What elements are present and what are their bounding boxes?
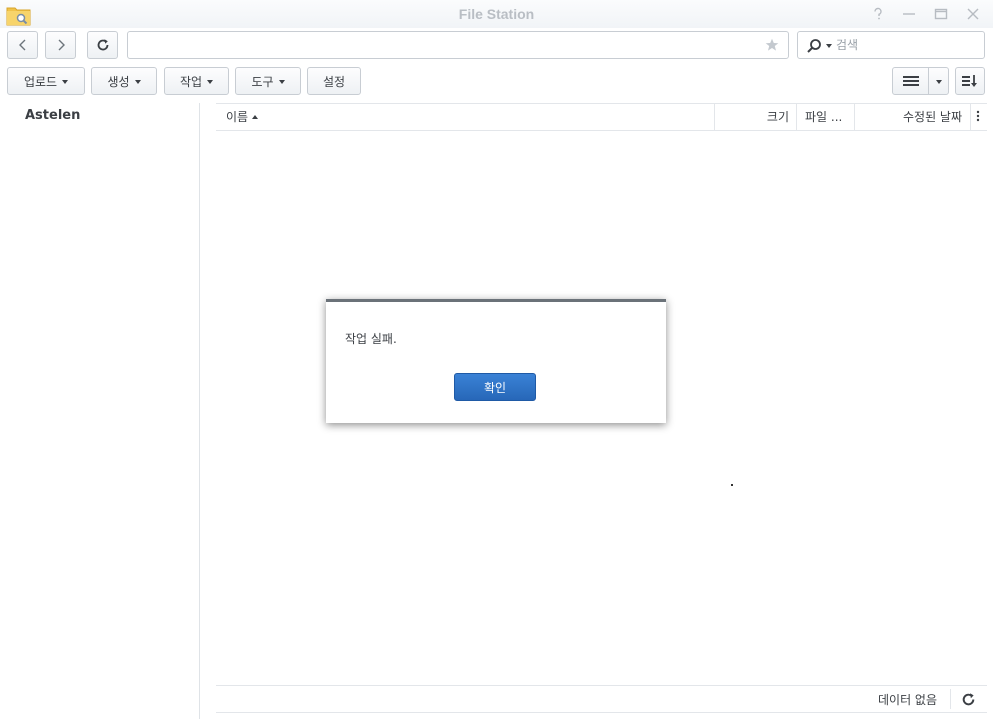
settings-button[interactable]: 설정 bbox=[307, 67, 361, 95]
status-text: 데이터 없음 bbox=[878, 693, 938, 707]
footer-bottom-border bbox=[216, 712, 987, 713]
error-dialog: 작업 실패. 확인 bbox=[326, 299, 666, 423]
column-options-icon[interactable] bbox=[976, 109, 980, 123]
chevron-down-icon bbox=[134, 80, 141, 84]
column-divider[interactable] bbox=[970, 104, 971, 130]
chevron-right-icon bbox=[58, 39, 65, 51]
search-icon[interactable] bbox=[806, 38, 822, 54]
chevron-down-icon bbox=[207, 80, 214, 84]
chevron-down-icon bbox=[62, 80, 69, 84]
window-title: File Station bbox=[458, 6, 535, 22]
column-header-type[interactable]: 파일 ... bbox=[805, 104, 855, 130]
action-menu-button[interactable]: 작업 bbox=[164, 67, 229, 95]
close-icon[interactable] bbox=[966, 7, 980, 21]
column-name-label: 이름 bbox=[226, 110, 249, 124]
view-mode-dropdown[interactable] bbox=[928, 67, 949, 95]
search-box[interactable] bbox=[797, 31, 985, 59]
sidebar-divider[interactable] bbox=[199, 103, 200, 719]
maximize-icon[interactable] bbox=[934, 7, 948, 21]
column-header-name[interactable]: 이름 bbox=[226, 104, 259, 130]
stray-dot bbox=[731, 484, 733, 486]
back-button[interactable] bbox=[7, 31, 38, 59]
footer-divider bbox=[216, 685, 987, 686]
column-type-label: 파일 ... bbox=[805, 110, 843, 124]
refresh-icon bbox=[97, 39, 108, 51]
column-header-size[interactable]: 크기 bbox=[715, 104, 789, 130]
title-bar: File Station bbox=[0, 0, 993, 28]
file-list-header: 이름 크기 파일 ... 수정된 날짜 bbox=[216, 103, 987, 131]
minimize-icon[interactable] bbox=[902, 7, 916, 21]
sort-button[interactable] bbox=[955, 67, 985, 95]
star-icon[interactable] bbox=[765, 38, 779, 52]
tools-menu-label: 도구 bbox=[251, 74, 274, 89]
create-menu-button[interactable]: 생성 bbox=[91, 67, 157, 95]
create-menu-label: 생성 bbox=[107, 74, 130, 89]
help-icon[interactable] bbox=[871, 7, 885, 21]
upload-menu-button[interactable]: 업로드 bbox=[7, 67, 85, 95]
path-bar[interactable] bbox=[127, 31, 789, 59]
column-header-modified[interactable]: 수정된 날짜 bbox=[855, 104, 962, 130]
action-menu-label: 작업 bbox=[179, 74, 203, 89]
tools-menu-button[interactable]: 도구 bbox=[235, 67, 301, 95]
chevron-down-icon bbox=[278, 80, 285, 84]
settings-label: 설정 bbox=[322, 74, 346, 89]
column-size-label: 크기 bbox=[766, 110, 789, 124]
column-divider[interactable] bbox=[796, 104, 797, 130]
list-view-button[interactable] bbox=[892, 67, 929, 95]
forward-button[interactable] bbox=[45, 31, 76, 59]
sort-icon bbox=[962, 75, 977, 87]
column-modified-label: 수정된 날짜 bbox=[902, 110, 962, 124]
chevron-down-icon bbox=[935, 80, 942, 84]
footer-separator bbox=[950, 689, 951, 709]
refresh-icon[interactable] bbox=[961, 692, 976, 707]
upload-menu-label: 업로드 bbox=[23, 74, 58, 89]
ok-button[interactable]: 확인 bbox=[454, 373, 536, 401]
refresh-button[interactable] bbox=[87, 31, 118, 59]
search-input[interactable] bbox=[836, 36, 976, 54]
chevron-down-icon[interactable] bbox=[826, 44, 832, 48]
dialog-message: 작업 실패. bbox=[345, 332, 397, 346]
folder-tree bbox=[0, 103, 199, 719]
list-view-icon bbox=[902, 76, 919, 86]
chevron-left-icon bbox=[18, 39, 25, 51]
tree-item-root[interactable]: Astelen bbox=[25, 108, 80, 123]
sort-ascending-icon bbox=[252, 115, 259, 119]
